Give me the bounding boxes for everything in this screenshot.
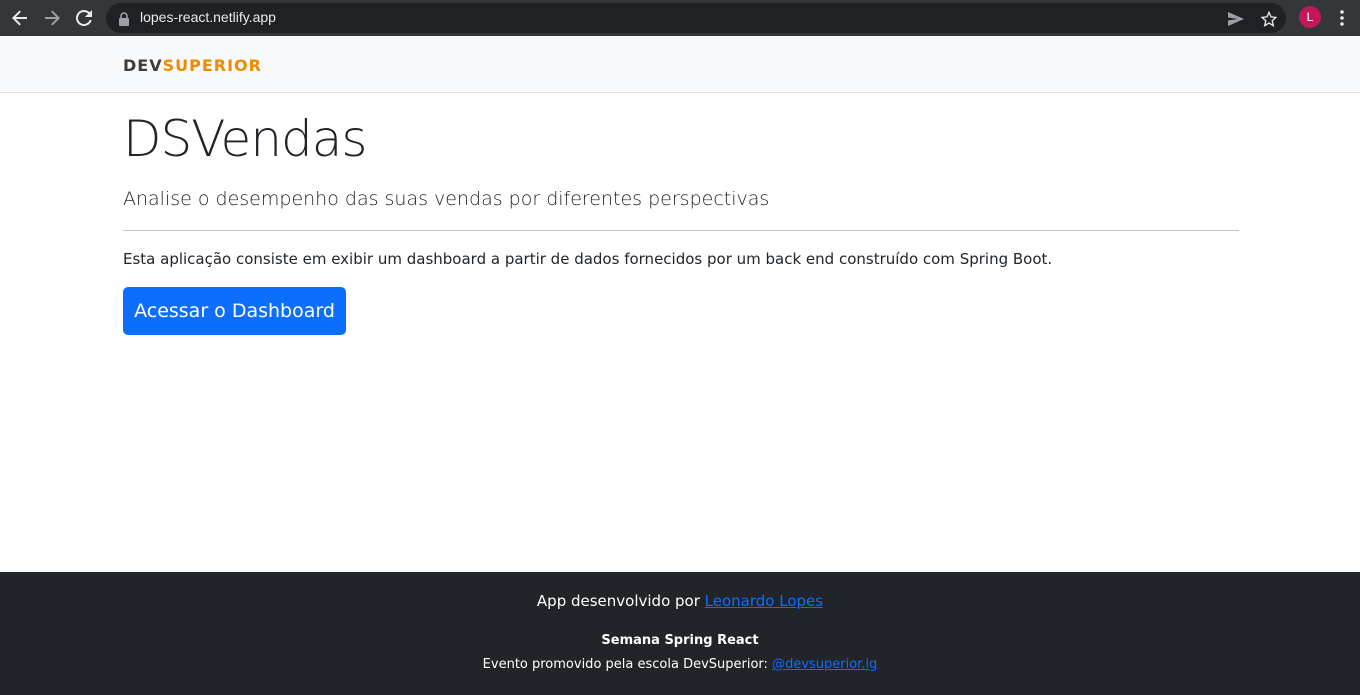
page-title: DSVendas <box>123 110 367 168</box>
profile-avatar[interactable]: L <box>1299 6 1321 28</box>
star-icon[interactable] <box>1259 9 1279 29</box>
browser-toolbar: lopes-react.netlify.app L <box>0 0 1360 36</box>
reload-icon[interactable] <box>72 6 96 30</box>
footer-event-prefix: Evento promovido pela escola DevSuperior… <box>482 657 773 672</box>
url-text: lopes-react.netlify.app <box>140 9 276 25</box>
back-arrow-icon[interactable] <box>8 6 32 30</box>
kebab-menu-icon[interactable] <box>1334 6 1350 30</box>
developer-link[interactable]: Leonardo Lopes <box>705 592 823 610</box>
instagram-link[interactable]: @devsuperior.ig <box>772 657 877 672</box>
site-footer: App desenvolvido por Leonardo Lopes Sema… <box>0 572 1360 695</box>
divider <box>123 230 1239 231</box>
footer-event-line: Evento promovido pela escola DevSuperior… <box>0 657 1360 672</box>
site-navbar: DEVSUPERIOR <box>0 36 1360 93</box>
devsuperior-logo[interactable]: DEVSUPERIOR <box>123 56 262 75</box>
logo-superior-text: SUPERIOR <box>162 56 262 75</box>
forward-arrow-icon[interactable] <box>40 6 64 30</box>
address-bar[interactable]: lopes-react.netlify.app <box>106 3 1286 33</box>
access-dashboard-button[interactable]: Acessar o Dashboard <box>123 287 346 335</box>
page-description: Esta aplicação consiste em exibir um das… <box>123 250 1053 268</box>
footer-developer-line: App desenvolvido por Leonardo Lopes <box>0 592 1360 610</box>
send-icon[interactable] <box>1226 9 1246 29</box>
footer-developer-prefix: App desenvolvido por <box>536 592 705 610</box>
lock-icon <box>118 11 130 26</box>
footer-event-title: Semana Spring React <box>601 633 759 648</box>
logo-dev-text: DEV <box>123 56 163 75</box>
page-lead: Analise o desempenho das suas vendas por… <box>123 188 770 210</box>
